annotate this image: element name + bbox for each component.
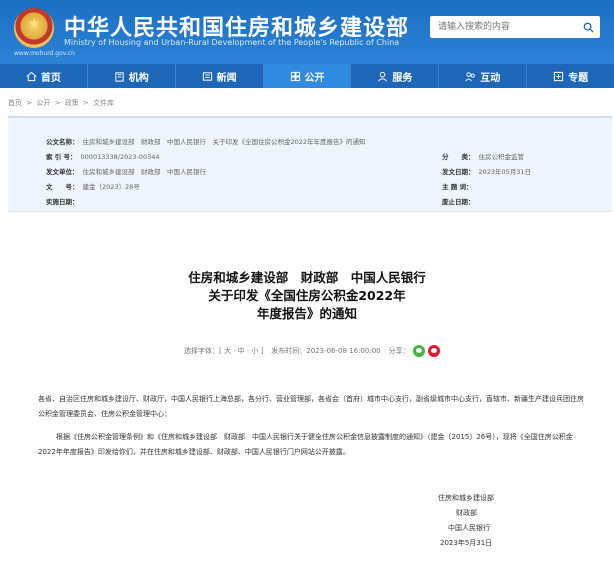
- nav-item-org[interactable]: 机构: [88, 64, 176, 88]
- publish-time: 发布时间：2023-06-08 16:00:00: [271, 347, 381, 355]
- info-label: 发文单位：: [46, 168, 79, 176]
- info-row-name: 公文名称： 住房和城乡建设部 财政部 中国人民银行 关于印发《全国住房公积金202…: [46, 136, 366, 146]
- article-meta: 选择字体：[ 大 · 中 · 小 ] 发布时间：2023-06-08 16:00…: [184, 345, 440, 357]
- info-row-date: 发文日期： 2023年05月31日: [442, 166, 531, 176]
- nav-item-home[interactable]: 首页: [0, 64, 88, 88]
- info-value: 住房公积金监管: [478, 153, 525, 161]
- site-header: 中华人民共和国住房和城乡建设部 Ministry of Housing and …: [0, 0, 614, 64]
- weibo-share-icon[interactable]: [427, 345, 440, 357]
- nav-item-open[interactable]: 公开: [263, 64, 352, 88]
- article-title-line: 住房和城乡建设部 财政部 中国人民银行: [188, 270, 426, 285]
- info-row-number: 文 号： 建金〔2023〕28号: [46, 181, 140, 191]
- nav-item-topic[interactable]: 专题: [527, 64, 614, 88]
- info-value: 住房和城乡建设部 财政部 中国人民银行: [82, 168, 207, 176]
- info-label: 实施日期：: [46, 198, 79, 206]
- info-row-keywords: 主 题 词：: [442, 181, 477, 191]
- nav-item-interaction[interactable]: 互动: [439, 64, 528, 88]
- font-size-selector[interactable]: 选择字体：[ 大 · 中 · 小 ]: [184, 346, 263, 356]
- breadcrumb-separator: >: [26, 99, 33, 107]
- breadcrumb-separator: >: [54, 99, 61, 107]
- nav-item-service[interactable]: 服务: [351, 64, 440, 88]
- home-icon: [26, 71, 37, 81]
- article-paragraph: 各省、自治区住房和城乡建设厅、财政厅，中国人民银行上海总部，各分行、营业管理部，…: [38, 395, 584, 418]
- national-emblem-icon[interactable]: [14, 8, 54, 48]
- info-row-issuer: 发文单位： 住房和城乡建设部 财政部 中国人民银行: [46, 166, 206, 176]
- article-paragraph: 根据《住房公积金管理条例》和《住房和城乡建设部 财政部 中国人民银行关于健全住房…: [38, 433, 573, 456]
- signature-line: 财政部: [456, 509, 477, 517]
- nav-label: 首页: [40, 72, 61, 84]
- info-label: 主 题 词：: [442, 183, 473, 191]
- open-gov-icon: [290, 71, 300, 81]
- info-row-id: 索 引 号： 000013338/2023-00344: [46, 151, 160, 161]
- signature-line: 中国人民银行: [448, 524, 490, 532]
- info-label: 分 类：: [442, 153, 475, 161]
- nav-label: 服务: [392, 72, 413, 84]
- main-nav: 首页 机构 新闻 公开 服务 互动 专题: [0, 64, 614, 88]
- search-icon: [583, 22, 594, 33]
- nav-label: 互动: [480, 72, 501, 84]
- site-title-english: Ministry of Housing and Urban-Rural Deve…: [64, 38, 400, 47]
- info-row-expiry: 废止日期：: [442, 196, 479, 206]
- info-label: 废止日期：: [442, 198, 475, 206]
- share-label: 分享：: [388, 347, 410, 355]
- nav-label: 新闻: [216, 72, 237, 84]
- breadcrumb-separator: >: [82, 99, 89, 107]
- topic-icon: [553, 71, 564, 81]
- breadcrumb-home[interactable]: 首页: [8, 99, 22, 107]
- site-url: www.mohurd.gov.cn: [14, 50, 75, 57]
- nav-item-news[interactable]: 新闻: [176, 64, 264, 88]
- info-row-effective: 实施日期：: [46, 196, 83, 206]
- signature-date: 2023年5月31日: [440, 539, 493, 547]
- wechat-share-icon[interactable]: [412, 345, 425, 357]
- info-row-category: 分 类： 住房公积金监管: [442, 151, 524, 161]
- nav-label: 公开: [304, 72, 325, 84]
- info-label: 发文日期：: [442, 168, 475, 176]
- info-value: 2023年05月31日: [478, 168, 532, 176]
- search-button[interactable]: [576, 16, 600, 38]
- article-title-line: 年度报告》的通知: [256, 306, 357, 321]
- article-title-line: 关于印发《全国住房公积金2022年: [208, 288, 406, 303]
- news-icon: [202, 71, 212, 81]
- info-value: 000013338/2023-00344: [80, 153, 160, 161]
- info-label: 文 号：: [46, 183, 79, 191]
- document-info-box: 公文名称： 住房和城乡建设部 财政部 中国人民银行 关于印发《全国住房公积金202…: [8, 116, 612, 212]
- service-icon: [378, 71, 388, 81]
- search-box: [430, 16, 600, 38]
- breadcrumb: 首页 > 公开 > 政策 > 文件库: [8, 98, 116, 108]
- signature-line: 住房和城乡建设部: [438, 494, 494, 502]
- breadcrumb-open[interactable]: 公开: [36, 99, 50, 107]
- breadcrumb-library[interactable]: 文件库: [93, 99, 114, 107]
- info-value: 住房和城乡建设部 财政部 中国人民银行 关于印发《全国住房公积金2022年年度报…: [82, 138, 366, 146]
- nav-label: 专题: [568, 72, 589, 84]
- building-icon: [115, 71, 124, 82]
- search-input[interactable]: [430, 16, 576, 38]
- info-label: 索 引 号：: [46, 153, 77, 161]
- interaction-icon: [465, 71, 476, 81]
- info-label: 公文名称：: [46, 138, 79, 146]
- breadcrumb-policy[interactable]: 政策: [65, 99, 79, 107]
- nav-label: 机构: [128, 72, 149, 84]
- info-value: 建金〔2023〕28号: [82, 183, 140, 191]
